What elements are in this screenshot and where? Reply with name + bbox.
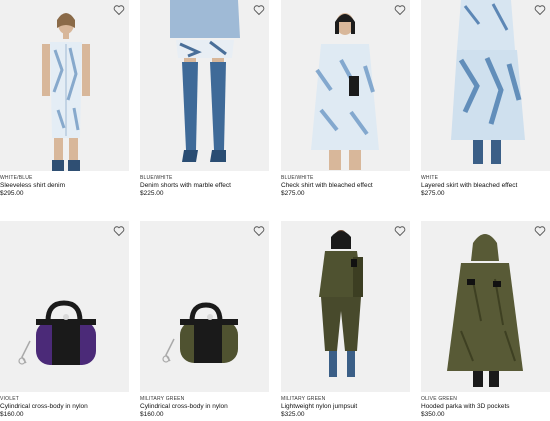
product-name[interactable]: Cylindrical cross-body in nylon [0, 403, 129, 411]
product-image[interactable] [0, 221, 129, 392]
product-color: BLUE/WHITE [140, 175, 173, 181]
product-image[interactable] [140, 221, 269, 392]
product-card[interactable]: BLUE/WHITE Denim shorts with marble effe… [140, 0, 269, 198]
model-figure [140, 0, 269, 171]
heart-outline-icon[interactable] [113, 225, 125, 237]
product-color: WHITE/BLUE [0, 175, 33, 181]
heart-outline-icon[interactable] [113, 4, 125, 16]
product-price: $160.00 [0, 411, 24, 418]
bag-figure [0, 221, 129, 392]
product-name[interactable]: Check shirt with bleached effect [281, 182, 410, 190]
product-card[interactable]: OLIVE GREEN Hooded parka with 3D pockets… [421, 221, 550, 419]
product-price: $275.00 [281, 190, 305, 197]
product-name[interactable]: Layered skirt with bleached effect [421, 182, 550, 190]
product-card[interactable]: MILITARY GREEN Lightweight nylon jumpsui… [281, 221, 410, 419]
product-card[interactable]: WHITE Layered skirt with bleached effect… [421, 0, 550, 198]
product-image[interactable] [140, 0, 269, 171]
product-color: OLIVE GREEN [421, 396, 458, 402]
product-price: $325.00 [281, 411, 305, 418]
product-card[interactable]: VIOLET Cylindrical cross-body in nylon $… [0, 221, 129, 419]
heart-outline-icon[interactable] [534, 4, 546, 16]
heart-outline-icon[interactable] [253, 4, 265, 16]
product-grid: WHITE/BLUE Sleeveless shirt denim $295.0… [0, 0, 550, 421]
product-name[interactable]: Lightweight nylon jumpsuit [281, 403, 410, 411]
product-card[interactable]: BLUE/WHITE Check shirt with bleached eff… [281, 0, 410, 198]
product-name[interactable]: Hooded parka with 3D pockets [421, 403, 550, 411]
product-image[interactable] [281, 0, 410, 171]
product-price: $160.00 [140, 411, 164, 418]
heart-outline-icon[interactable] [253, 225, 265, 237]
product-image[interactable] [421, 0, 550, 171]
product-name[interactable]: Denim shorts with marble effect [140, 182, 269, 190]
product-color: VIOLET [0, 396, 19, 402]
heart-outline-icon[interactable] [534, 225, 546, 237]
product-name[interactable]: Cylindrical cross-body in nylon [140, 403, 269, 411]
product-card[interactable]: WHITE/BLUE Sleeveless shirt denim $295.0… [0, 0, 129, 198]
model-figure [0, 0, 129, 171]
heart-outline-icon[interactable] [394, 4, 406, 16]
model-figure [281, 221, 410, 392]
product-price: $225.00 [140, 190, 164, 197]
product-name[interactable]: Sleeveless shirt denim [0, 182, 129, 190]
heart-outline-icon[interactable] [394, 225, 406, 237]
product-image[interactable] [0, 0, 129, 171]
product-color: WHITE [421, 175, 439, 181]
product-card[interactable]: MILITARY GREEN Cylindrical cross-body in… [140, 221, 269, 419]
product-price: $350.00 [421, 411, 445, 418]
product-color: MILITARY GREEN [281, 396, 326, 402]
model-figure [281, 0, 410, 171]
product-image[interactable] [281, 221, 410, 392]
bag-figure [140, 221, 269, 392]
product-color: MILITARY GREEN [140, 396, 185, 402]
product-price: $275.00 [421, 190, 445, 197]
product-image[interactable] [421, 221, 550, 392]
product-color: BLUE/WHITE [281, 175, 314, 181]
model-figure [421, 0, 550, 171]
product-price: $295.00 [0, 190, 24, 197]
model-figure [421, 221, 550, 392]
